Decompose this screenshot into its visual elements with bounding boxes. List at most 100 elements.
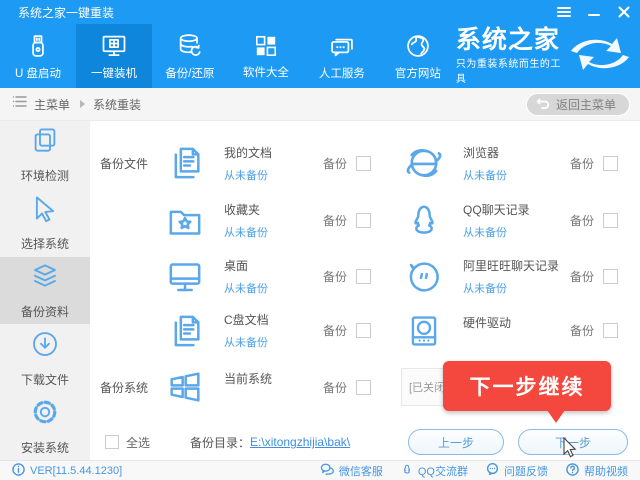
list-icon [12, 95, 27, 113]
backup-checkbox[interactable] [356, 213, 371, 228]
brand-tagline: 只为重装系统而生的工具 [456, 55, 562, 85]
sidebar-item-backup-data[interactable]: 备份资料 [0, 257, 90, 325]
backup-row: 收藏夹从未备份 备份 QQ聊天记录从未备份 备份 [90, 192, 640, 249]
item-title: QQ聊天记录 [463, 201, 530, 218]
next-step-button[interactable]: 下一步 [518, 429, 628, 455]
sidebar-item-env-check[interactable]: 环境检测 [0, 121, 90, 189]
info-icon [12, 463, 25, 479]
nav-label: 备份/还原 [165, 65, 214, 81]
backup-checkbox[interactable] [603, 269, 618, 284]
close-button[interactable] [616, 4, 632, 20]
select-all-label: 全选 [126, 434, 150, 451]
chat-service-icon [328, 32, 356, 60]
footer: VER[11.5.44.1230] 微信客服 QQ交流群 问题反馈 帮助视频 [0, 460, 640, 480]
back-button-label: 返回主菜单 [556, 96, 616, 113]
item-title: 浏览器 [463, 144, 507, 161]
monitor-win-icon [99, 32, 129, 60]
footer-link-help-video[interactable]: 帮助视频 [566, 463, 628, 479]
backup-row: C盘文档从未备份 备份 硬件驱动 备份 [90, 304, 640, 357]
nav-label: 一键装机 [91, 65, 137, 81]
nav-website[interactable]: 官方网站 [380, 24, 456, 88]
breadcrumb-current: 系统重装 [93, 96, 141, 113]
tooltip-text: 下一步继续 [470, 371, 585, 401]
backup-item-browser: 浏览器从未备份 备份 [401, 141, 640, 185]
item-title: 阿里旺旺聊天记录 [463, 257, 559, 274]
version-info: VER[11.5.44.1230] [12, 463, 122, 479]
qq-icon [401, 199, 447, 243]
nav-service[interactable]: 人工服务 [304, 24, 380, 88]
layers-icon [29, 261, 61, 296]
item-title: 收藏夹 [224, 201, 268, 218]
bottom-bar: 全选 备份目录： E:\xitongzhijia\bak\ 上一步 下一步 [90, 424, 640, 460]
sidebar-label: 环境检测 [21, 167, 69, 184]
footer-link-qq-group[interactable]: QQ交流群 [401, 463, 468, 479]
globe-icon [404, 32, 432, 60]
window-controls [556, 4, 632, 20]
item-status: 从未备份 [463, 280, 559, 296]
breadcrumb-root[interactable]: 主菜单 [34, 96, 70, 113]
documents-icon [162, 309, 208, 353]
backup-label: 备份 [323, 268, 347, 285]
footer-link-label: 微信客服 [339, 463, 383, 479]
sidebar-label: 备份资料 [21, 303, 69, 320]
wechat-icon [320, 463, 334, 478]
footer-link-wechat[interactable]: 微信客服 [320, 463, 383, 479]
select-all-checkbox[interactable] [105, 435, 119, 449]
feedback-icon [486, 463, 499, 478]
item-title: 桌面 [224, 257, 268, 274]
sidebar-item-download-files[interactable]: 下载文件 [0, 324, 90, 392]
backup-checkbox[interactable] [356, 323, 371, 338]
backup-item-current-system: 当前系统 备份 [162, 365, 401, 409]
gear-icon [30, 397, 60, 432]
backup-label: 备份 [323, 379, 347, 396]
backup-item-desktop: 桌面从未备份 备份 [162, 255, 401, 299]
backup-item-favorites: 收藏夹从未备份 备份 [162, 199, 401, 243]
backup-checkbox[interactable] [356, 269, 371, 284]
backup-checkbox[interactable] [356, 156, 371, 171]
nav-label: 人工服务 [319, 65, 365, 81]
previous-step-button[interactable]: 上一步 [408, 429, 504, 455]
minimize-button[interactable] [586, 4, 602, 20]
item-status: 从未备份 [224, 334, 269, 350]
nav-label: U 盘启动 [15, 65, 61, 81]
sidebar-item-select-system[interactable]: 选择系统 [0, 189, 90, 257]
item-title: 硬件驱动 [463, 314, 511, 331]
footer-link-label: 帮助视频 [584, 463, 628, 479]
back-to-menu-button[interactable]: 返回主菜单 [526, 93, 630, 116]
item-title: 我的文档 [224, 144, 272, 161]
sidebar-item-install-system[interactable]: 安装系统 [0, 392, 90, 460]
hardware-drive-icon [401, 309, 447, 353]
item-title: 当前系统 [224, 370, 272, 387]
nav-software[interactable]: 软件大全 [228, 24, 304, 88]
main-nav: U 盘启动 一键装机 备份/还原 软件大全 人工服务 官方网站 系统之家 只为重… [0, 24, 640, 88]
backup-checkbox[interactable] [603, 323, 618, 338]
windows-icon [162, 365, 208, 409]
database-restore-icon [176, 32, 204, 60]
usb-icon [24, 32, 52, 60]
backup-row: 备份文件 我的文档从未备份 备份 浏览器从未备份 备份 [90, 134, 640, 192]
backup-item-wangwang-history: 阿里旺旺聊天记录从未备份 备份 [401, 255, 640, 299]
backup-checkbox[interactable] [603, 156, 618, 171]
desktop-icon [162, 255, 208, 299]
help-icon [566, 463, 579, 479]
backup-item-hardware-drivers: 硬件驱动 备份 [401, 309, 640, 353]
backup-label: 备份 [570, 268, 594, 285]
item-status: 从未备份 [224, 280, 268, 296]
nav-backup-restore[interactable]: 备份/还原 [152, 24, 228, 88]
backup-checkbox[interactable] [603, 213, 618, 228]
menu-button[interactable] [556, 4, 572, 20]
backup-checkbox[interactable] [356, 380, 371, 395]
backup-dir-link[interactable]: E:\xitongzhijia\bak\ [250, 435, 350, 449]
footer-link-feedback[interactable]: 问题反馈 [486, 463, 548, 479]
group-label: 备份系统 [100, 379, 162, 396]
browser-icon [401, 141, 447, 185]
qq-icon [401, 463, 413, 479]
backup-directory: 备份目录： E:\xitongzhijia\bak\ [190, 434, 350, 451]
cursor-select-icon [30, 193, 60, 228]
footer-links: 微信客服 QQ交流群 问题反馈 帮助视频 [320, 463, 628, 479]
nav-one-key-install[interactable]: 一键装机 [76, 24, 152, 88]
next-step-tooltip: 下一步继续 [443, 361, 611, 411]
backup-panel: 备份文件 我的文档从未备份 备份 浏览器从未备份 备份 [90, 121, 640, 460]
swoosh-logo-icon [568, 34, 632, 79]
nav-usb-boot[interactable]: U 盘启动 [0, 24, 76, 88]
